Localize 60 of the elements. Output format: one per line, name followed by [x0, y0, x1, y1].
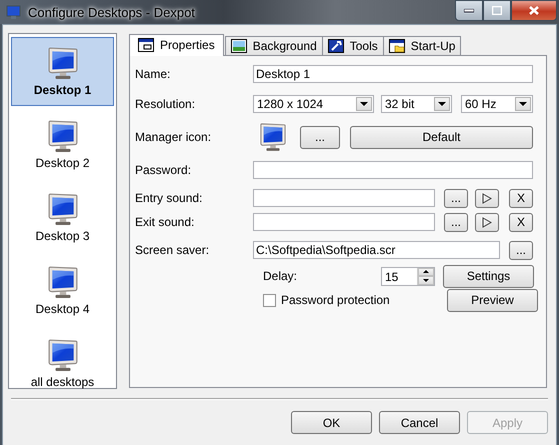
field-label: Manager icon: — [135, 130, 212, 144]
desktop-item[interactable]: Desktop 1 — [11, 37, 114, 106]
dialog-button[interactable]: OK — [291, 411, 372, 434]
browse-button[interactable]: ... — [509, 240, 533, 260]
tab[interactable]: Background — [224, 36, 323, 55]
desktop-item[interactable]: Desktop 2 — [11, 110, 114, 179]
monitor-icon — [46, 46, 78, 82]
screen-saver-field[interactable]: C:\Softpedia\Softpedia.scr — [253, 241, 500, 259]
browse-button[interactable]: ... — [300, 126, 340, 148]
field-label: Name: — [135, 67, 172, 81]
delay-spinner[interactable]: 15 — [381, 266, 435, 286]
default-button[interactable]: Default — [350, 126, 533, 148]
play-icon — [482, 192, 492, 204]
dropdown[interactable]: 1280 x 1024 — [253, 94, 374, 112]
password-protection-checkbox[interactable]: Password protection — [263, 293, 443, 307]
sound-field[interactable] — [253, 213, 435, 231]
field-label: Exit sound: — [135, 215, 196, 229]
field-label: Entry sound: — [135, 191, 204, 205]
play-icon — [482, 216, 492, 228]
monitor-icon — [259, 122, 287, 152]
monitor-icon — [46, 119, 78, 155]
maximize-icon — [492, 6, 502, 15]
window-icon — [138, 38, 154, 52]
folder-icon — [388, 39, 405, 53]
field-label: Screen saver: — [135, 243, 210, 257]
browse-button[interactable]: ... — [444, 188, 468, 208]
play-button[interactable] — [475, 212, 499, 232]
dialog-button[interactable]: Cancel — [379, 411, 460, 434]
close-button[interactable] — [511, 0, 557, 21]
minimize-button[interactable] — [455, 0, 483, 21]
delay-label: Delay: — [263, 269, 298, 283]
play-button[interactable] — [475, 188, 499, 208]
monitor-icon — [46, 265, 78, 301]
landscape-icon — [230, 39, 247, 53]
password-field[interactable] — [253, 161, 533, 179]
minimize-icon — [464, 8, 474, 12]
tab[interactable]: Properties — [129, 34, 224, 56]
field-label: Password: — [135, 163, 192, 177]
monitor-icon — [46, 338, 78, 374]
wrench-icon — [328, 39, 344, 53]
app-icon — [6, 4, 22, 20]
monitor-icon — [46, 192, 78, 228]
window-title: Configure Desktops - Dexpot — [28, 4, 196, 20]
tab[interactable]: Start-Up — [382, 36, 462, 55]
settings-button[interactable]: Settings — [443, 264, 534, 288]
close-icon — [528, 5, 540, 16]
tab[interactable]: Tools — [322, 36, 384, 55]
dropdown[interactable]: 32 bit — [381, 94, 452, 112]
clear-button[interactable]: X — [509, 212, 533, 232]
desktop-item[interactable]: all desktops — [11, 329, 114, 398]
field-label: Resolution: — [135, 96, 196, 110]
preview-button[interactable]: Preview — [447, 288, 538, 312]
desktop-item[interactable]: Desktop 3 — [11, 183, 114, 252]
browse-button[interactable]: ... — [444, 212, 468, 232]
name-field[interactable]: Desktop 1 — [253, 65, 533, 83]
clear-button[interactable]: X — [509, 188, 533, 208]
sound-field[interactable] — [253, 189, 435, 207]
maximize-button[interactable] — [483, 0, 511, 21]
desktop-item[interactable]: Desktop 4 — [11, 256, 114, 325]
dropdown[interactable]: 60 Hz — [461, 94, 533, 112]
